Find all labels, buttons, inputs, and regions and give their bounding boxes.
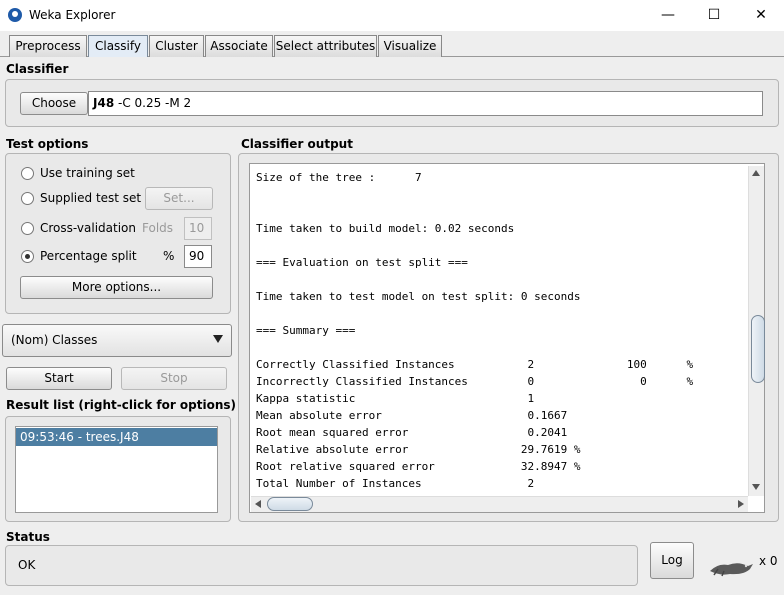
output-line: Time taken to test model on test split: … <box>256 290 581 303</box>
status-text: OK <box>18 558 36 572</box>
scroll-right-icon[interactable] <box>738 500 744 508</box>
start-button[interactable]: Start <box>6 367 112 390</box>
percentage-input[interactable]: 90 <box>184 245 212 268</box>
scroll-up-icon[interactable] <box>752 170 760 176</box>
weka-status-bird-icon[interactable] <box>708 557 754 577</box>
classifier-name: J48 <box>93 96 115 110</box>
close-button[interactable]: ✕ <box>738 0 784 31</box>
tab-preprocess[interactable]: Preprocess <box>9 35 87 57</box>
use-training-set-label: Use training set <box>40 166 135 180</box>
radio-cross-validation[interactable] <box>21 222 34 235</box>
output-line: Relative absolute error 29.7619 % <box>256 443 581 456</box>
classifier-config-field[interactable]: J48 -C 0.25 -M 2 <box>88 91 763 116</box>
set-test-file-button[interactable]: Set... <box>145 187 213 210</box>
result-list-item[interactable]: 09:53:46 - trees.J48 <box>16 428 217 446</box>
output-line: Root mean squared error 0.2041 <box>256 426 568 439</box>
output-line: Mean absolute error 0.1667 <box>256 409 568 422</box>
class-attribute-select[interactable]: (Nom) Classes <box>2 324 232 357</box>
window-title: Weka Explorer <box>29 8 116 22</box>
choose-button[interactable]: Choose <box>20 92 88 115</box>
tab-cluster[interactable]: Cluster <box>149 35 204 57</box>
output-line: === Evaluation on test split === <box>256 256 468 269</box>
vertical-scroll-thumb[interactable] <box>751 315 765 383</box>
radio-use-training-set[interactable] <box>21 167 34 180</box>
output-line: === Summary === <box>256 324 356 337</box>
maximize-button[interactable]: ☐ <box>691 0 737 31</box>
scroll-left-icon[interactable] <box>255 500 261 508</box>
output-line: Total Number of Instances 2 <box>256 477 535 490</box>
minimize-button[interactable]: — <box>645 0 691 31</box>
output-line: Root relative squared error 32.8947 % <box>256 460 581 473</box>
folds-input[interactable]: 10 <box>184 217 212 240</box>
scroll-down-icon[interactable] <box>752 484 760 490</box>
classifier-options: -C 0.25 -M 2 <box>114 96 192 110</box>
output-line: Size of the tree : 7 <box>256 171 422 184</box>
tab-visualize[interactable]: Visualize <box>378 35 442 57</box>
horizontal-scrollbar[interactable] <box>251 496 748 512</box>
log-button[interactable]: Log <box>650 542 694 579</box>
classifier-output-text[interactable]: Size of the tree : 7 Time taken to build … <box>253 166 743 496</box>
output-line: Incorrectly Classified Instances 0 0 % <box>256 375 694 388</box>
output-line: Correctly Classified Instances 2 100 % <box>256 358 694 371</box>
status-count: x 0 <box>759 554 778 568</box>
more-options-button[interactable]: More options... <box>20 276 213 299</box>
tab-associate[interactable]: Associate <box>205 35 273 57</box>
chevron-down-icon <box>213 335 223 343</box>
percentage-split-label: Percentage split <box>40 249 137 263</box>
horizontal-scroll-thumb[interactable] <box>267 497 313 511</box>
folds-label: Folds <box>142 221 174 235</box>
supplied-test-set-label: Supplied test set <box>40 191 142 205</box>
cross-validation-label: Cross-validation <box>40 221 136 235</box>
radio-percentage-split[interactable] <box>21 250 34 263</box>
output-line: Time taken to build model: 0.02 seconds <box>256 222 515 235</box>
status-section-label: Status <box>6 530 50 544</box>
classifier-section-label: Classifier <box>6 62 69 76</box>
radio-supplied-test-set[interactable] <box>21 192 34 205</box>
test-options-label: Test options <box>6 137 89 151</box>
weka-bird-icon <box>8 8 22 22</box>
classifier-output-label: Classifier output <box>241 137 353 151</box>
tab-classify[interactable]: Classify <box>88 35 148 57</box>
tab-select-attributes[interactable]: Select attributes <box>274 35 377 57</box>
class-attribute-value: (Nom) Classes <box>11 333 98 347</box>
percent-sign: % <box>163 249 175 263</box>
status-panel <box>5 545 638 586</box>
result-list-label: Result list (right-click for options) <box>6 398 237 412</box>
output-line: Kappa statistic 1 <box>256 392 535 405</box>
stop-button[interactable]: Stop <box>121 367 227 390</box>
